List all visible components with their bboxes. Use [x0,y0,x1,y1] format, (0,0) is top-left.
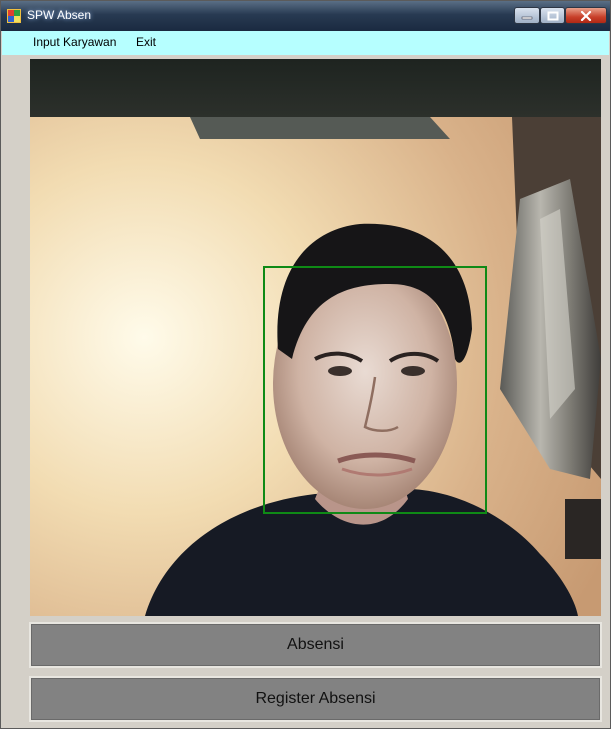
title-bar[interactable]: SPW Absen [1,1,610,31]
window-title: SPW Absen [27,8,92,22]
camera-image [30,59,601,616]
menu-bar: Input Karyawan Exit [2,31,609,55]
menu-input-karyawan[interactable]: Input Karyawan [33,35,116,49]
minimize-icon [521,16,533,19]
app-icon [7,9,21,23]
absensi-button[interactable]: Absensi [31,624,600,666]
minimize-button[interactable] [514,7,540,24]
maximize-icon [547,11,558,20]
register-absensi-button[interactable]: Register Absensi [31,678,600,720]
close-icon [580,10,592,21]
maximize-button[interactable] [540,7,565,24]
camera-feed [30,59,601,616]
close-button[interactable] [565,7,607,24]
app-window: SPW Absen Input Karyawan Exit Absensi Re… [0,0,611,729]
menu-exit[interactable]: Exit [136,35,156,49]
